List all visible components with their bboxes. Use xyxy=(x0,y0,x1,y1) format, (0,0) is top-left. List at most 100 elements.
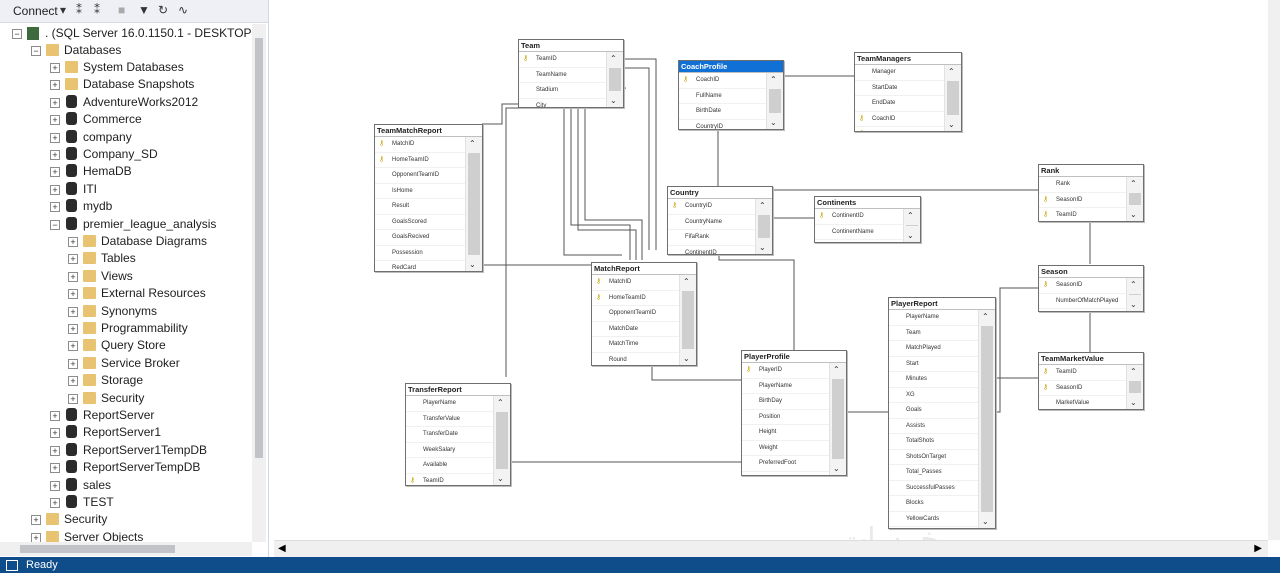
table-scrollbar[interactable]: ⌃ ⌄ xyxy=(1126,177,1143,221)
scroll-down-icon[interactable]: ⌄ xyxy=(1130,300,1137,309)
scroll-down-icon[interactable]: ⌄ xyxy=(683,354,690,363)
expand-icon[interactable]: + xyxy=(50,202,60,213)
filter-icon[interactable]: ▼ xyxy=(138,3,150,17)
table-scrollbar[interactable]: ⌃ ⌄ xyxy=(766,73,783,129)
table-scrollbar[interactable]: ⌃ ⌄ xyxy=(978,310,995,528)
refresh-icon[interactable]: ↻ xyxy=(158,3,168,17)
table-title[interactable]: Team xyxy=(519,40,623,52)
diagram-canvas[interactable]: خمسات Team⚷TeamIDTeamNameStadiumCity⌃⌄Co… xyxy=(274,0,1268,557)
expand-icon[interactable]: + xyxy=(50,184,60,195)
table-season[interactable]: Season ⚷ SeasonID NumberOfMatchPlayed ⌃ ⌄ xyxy=(1038,265,1144,312)
scroll-up-icon[interactable]: ⌃ xyxy=(469,139,476,148)
scroll-up-icon[interactable]: ⌃ xyxy=(759,201,766,210)
expand-icon[interactable]: + xyxy=(50,132,60,143)
connect-button[interactable]: Connect xyxy=(13,4,58,18)
scroll-up-icon[interactable]: ⌃ xyxy=(907,211,914,220)
expand-icon[interactable]: + xyxy=(31,515,41,526)
scroll-up-icon[interactable]: ⌃ xyxy=(1130,280,1137,289)
table-title[interactable]: Country xyxy=(668,187,772,199)
disconnect-icon[interactable]: ⁑ xyxy=(94,3,100,17)
scroll-up-icon[interactable]: ⌃ xyxy=(982,312,989,321)
table-title[interactable]: Continents xyxy=(815,197,920,209)
scroll-up-icon[interactable]: ⌃ xyxy=(1130,179,1137,188)
table-scrollbar[interactable]: ⌃ ⌄ xyxy=(606,52,623,107)
table-match[interactable]: MatchReport ⚷ MatchID ⚷ HomeTeamID OpponentTe… xyxy=(591,262,697,366)
expand-icon[interactable]: + xyxy=(50,445,60,456)
scroll-up-icon[interactable]: ⌃ xyxy=(497,398,504,407)
expand-icon[interactable]: + xyxy=(68,254,78,265)
table-title[interactable]: TransferReport xyxy=(406,384,510,396)
table-coach[interactable]: CoachProfile ⚷ CoachID FullName BirthDate Cou… xyxy=(678,60,784,130)
scroll-up-icon[interactable]: ⌃ xyxy=(833,365,840,374)
scroll-down-icon[interactable]: ⌄ xyxy=(497,474,504,483)
table-continents[interactable]: Continents ⚷ ContinentID ContinentName ⌃ ⌄ xyxy=(814,196,921,243)
expand-icon[interactable]: + xyxy=(68,376,78,387)
scroll-down-icon[interactable]: ⌄ xyxy=(1130,210,1137,219)
scroll-thumb[interactable] xyxy=(769,89,781,113)
table-scrollbar[interactable]: ⌃ ⌄ xyxy=(465,137,482,271)
table-tmr[interactable]: TeamMatchReport ⚷ MatchID ⚷ HomeTeamID Oppone… xyxy=(374,124,483,272)
scroll-thumb[interactable] xyxy=(609,68,621,91)
expand-icon[interactable]: + xyxy=(68,393,78,404)
scroll-thumb[interactable] xyxy=(468,153,480,255)
activity-monitor-icon[interactable]: ∿ xyxy=(178,3,188,17)
table-scrollbar[interactable]: ⌃ ⌄ xyxy=(829,363,846,475)
scroll-thumb[interactable] xyxy=(682,291,694,349)
table-scrollbar[interactable]: ⌃ ⌄ xyxy=(493,396,510,485)
expand-icon[interactable]: + xyxy=(50,480,60,491)
scroll-down-icon[interactable]: ⌄ xyxy=(759,243,766,252)
scroll-up-icon[interactable]: ⌃ xyxy=(610,54,617,63)
table-country[interactable]: Country ⚷ CountryID CountryName FifaRank Cont… xyxy=(667,186,773,255)
tree-vertical-scrollbar[interactable] xyxy=(252,24,266,542)
scroll-up-icon[interactable]: ⌃ xyxy=(948,67,955,76)
scroll-down-icon[interactable]: ⌄ xyxy=(833,464,840,473)
table-scrollbar[interactable]: ⌃ ⌄ xyxy=(1126,278,1143,311)
expand-icon[interactable]: + xyxy=(68,306,78,317)
scroll-up-icon[interactable]: ⌃ xyxy=(683,277,690,286)
table-title[interactable]: TeamMatchReport xyxy=(375,125,482,137)
table-pprofile[interactable]: PlayerProfile ⚷ PlayerID PlayerName BirthDay… xyxy=(741,350,847,476)
expand-icon[interactable]: + xyxy=(68,271,78,282)
table-tmv[interactable]: TeamMarketValue ⚷ TeamID ⚷ SeasonID MarketVal… xyxy=(1038,352,1144,410)
scroll-down-icon[interactable]: ⌄ xyxy=(469,260,476,269)
tree-horizontal-scrollbar[interactable] xyxy=(0,542,252,556)
table-preport[interactable]: PlayerReport PlayerName Team MatchPlayed Sta… xyxy=(888,297,996,529)
expand-icon[interactable]: + xyxy=(31,532,41,542)
table-managers[interactable]: TeamManagers Manager StartDate EndDate ⚷ Coac… xyxy=(854,52,962,132)
table-title[interactable]: PlayerProfile xyxy=(742,351,846,363)
scroll-down-icon[interactable]: ⌄ xyxy=(948,120,955,129)
expand-icon[interactable]: + xyxy=(50,428,60,439)
scroll-down-icon[interactable]: ⌄ xyxy=(907,231,914,240)
scroll-thumb[interactable] xyxy=(496,412,508,469)
collapse-icon[interactable]: − xyxy=(31,46,41,56)
scroll-thumb[interactable] xyxy=(255,38,263,458)
scroll-down-icon[interactable]: ⌄ xyxy=(1130,398,1137,407)
expand-icon[interactable]: + xyxy=(50,97,60,108)
expand-icon[interactable]: + xyxy=(50,167,60,178)
expand-icon[interactable]: + xyxy=(50,463,60,474)
expand-icon[interactable]: + xyxy=(50,115,60,126)
table-title[interactable]: TeamManagers xyxy=(855,53,961,65)
expand-icon[interactable]: + xyxy=(68,341,78,352)
stop-icon[interactable]: ■ xyxy=(118,3,125,17)
scroll-down-icon[interactable]: ⌄ xyxy=(610,96,617,105)
scroll-up-icon[interactable]: ⌃ xyxy=(770,75,777,84)
table-title[interactable]: Season xyxy=(1039,266,1143,278)
table-scrollbar[interactable]: ⌃ ⌄ xyxy=(679,275,696,365)
expand-icon[interactable]: + xyxy=(68,289,78,300)
table-transfer[interactable]: TransferReport PlayerName TransferValue Tra… xyxy=(405,383,511,486)
scroll-thumb[interactable] xyxy=(832,379,844,459)
table-title[interactable]: PlayerReport xyxy=(889,298,995,310)
scroll-thumb[interactable] xyxy=(981,326,993,512)
table-team[interactable]: Team ⚷ TeamID TeamName Stadium City ⌃ ⌄ xyxy=(518,39,624,108)
expand-icon[interactable]: + xyxy=(68,358,78,369)
table-rank[interactable]: Rank Rank ⚷ SeasonID ⚷ TeamID ⌃ ⌄ xyxy=(1038,164,1144,222)
canvas-vertical-scrollbar[interactable] xyxy=(1268,0,1280,540)
expand-icon[interactable]: + xyxy=(50,80,60,91)
scroll-thumb[interactable] xyxy=(1129,193,1141,205)
canvas-horizontal-scrollbar[interactable]: ◀ ▶ xyxy=(274,540,1268,558)
scroll-down-icon[interactable]: ⌄ xyxy=(770,118,777,127)
connect-icon[interactable]: ⁑ xyxy=(76,3,82,17)
table-scrollbar[interactable]: ⌃ ⌄ xyxy=(903,209,920,242)
table-scrollbar[interactable]: ⌃ ⌄ xyxy=(755,199,772,254)
